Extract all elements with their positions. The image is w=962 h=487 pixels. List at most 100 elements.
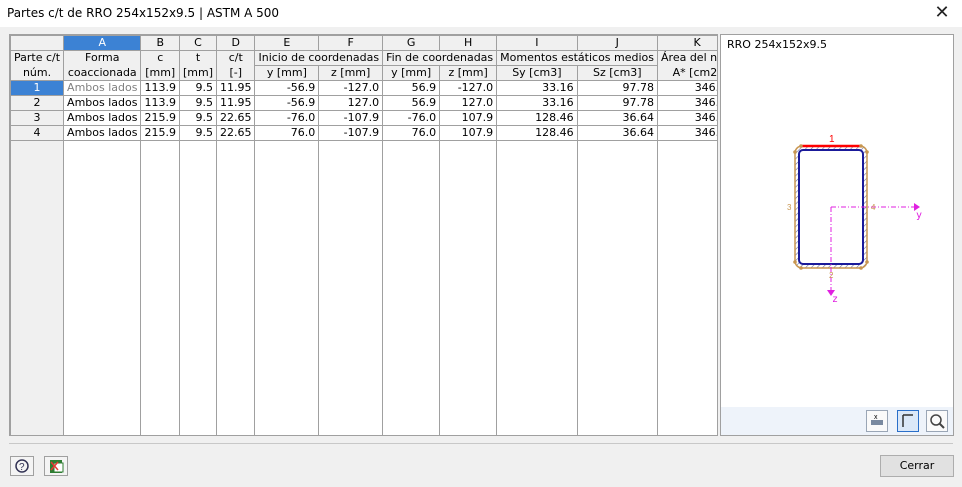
col-letter-i[interactable]: I [496, 35, 578, 51]
node-point [859, 266, 863, 270]
empty-cell [318, 140, 384, 435]
table-row[interactable]: 1 Ambos lados 113.9 9.5 11.95 -56.9 -127… [10, 80, 717, 96]
col-letter-c[interactable]: C [178, 35, 217, 51]
table-row[interactable]: 4 Ambos lados 215.9 9.5 22.65 76.0 -107.… [10, 125, 717, 141]
end-y-cell[interactable]: 56.9 [382, 95, 441, 111]
empty-cell [657, 140, 717, 435]
header-shape-2: coaccionada [63, 65, 142, 81]
area-cell[interactable]: 346.54 [657, 125, 717, 141]
export-excel-button[interactable] [44, 456, 68, 476]
col-letter-f[interactable]: F [318, 35, 384, 51]
header-core-area: Área del núcl [657, 50, 717, 66]
t-cell[interactable]: 9.5 [178, 110, 217, 126]
end-y-cell[interactable]: 56.9 [382, 80, 441, 96]
window-title: Partes c/t de RRO 254x152x9.5 | ASTM A 5… [7, 6, 280, 20]
close-icon[interactable]: ✕ [930, 2, 954, 24]
sz-cell[interactable]: 36.64 [576, 125, 659, 141]
t-cell[interactable]: 9.5 [178, 95, 217, 111]
end-y-cell[interactable]: 76.0 [382, 125, 441, 141]
close-button[interactable]: Cerrar [880, 455, 954, 477]
section-drawing: 1 2 3 4 y z [787, 134, 922, 305]
ct-cell[interactable]: 11.95 [215, 95, 256, 111]
help-icon: ? [15, 459, 29, 473]
col-letter-j[interactable]: J [576, 35, 659, 51]
empty-cell [576, 140, 659, 435]
col-letter-e[interactable]: E [254, 35, 320, 51]
row-header-filler [10, 140, 65, 435]
shape-cell[interactable]: Ambos lados [63, 95, 142, 111]
corner-cell[interactable] [10, 35, 65, 51]
ct-cell[interactable]: 22.65 [215, 125, 256, 141]
column-letter-row: A B C D E F G H I J K [10, 35, 717, 51]
col-letter-g[interactable]: G [382, 35, 441, 51]
header-part-number: Parte c/t [10, 50, 65, 66]
c-cell[interactable]: 113.9 [140, 95, 180, 111]
header-shape: Forma [63, 50, 142, 66]
table-row[interactable]: 3 Ambos lados 215.9 9.5 22.65 -76.0 -107… [10, 110, 717, 126]
sy-cell[interactable]: 33.16 [496, 95, 578, 111]
part-label-1: 1 [829, 134, 835, 145]
start-z-cell[interactable]: -107.9 [318, 110, 384, 126]
dimensions-icon[interactable]: x [866, 410, 888, 432]
node-point [865, 260, 869, 264]
start-z-cell[interactable]: 127.0 [318, 95, 384, 111]
sy-cell[interactable]: 33.16 [496, 80, 578, 96]
t-cell[interactable]: 9.5 [178, 80, 217, 96]
part-label-4: 4 [871, 203, 876, 212]
header-area: A* [cm2] [657, 65, 717, 81]
end-z-cell[interactable]: -127.0 [439, 80, 498, 96]
row-number[interactable]: 1 [10, 80, 65, 96]
sz-cell[interactable]: 36.64 [576, 110, 659, 126]
shape-cell[interactable]: Ambos lados [63, 80, 142, 96]
start-y-cell[interactable]: 76.0 [254, 125, 320, 141]
end-y-cell[interactable]: -76.0 [382, 110, 441, 126]
footer-separator [9, 443, 953, 444]
header-start-z: z [mm] [318, 65, 384, 81]
col-letter-h[interactable]: H [439, 35, 498, 51]
shape-cell[interactable]: Ambos lados [63, 110, 142, 126]
header-start-y: y [mm] [254, 65, 320, 81]
start-z-cell[interactable]: -107.9 [318, 125, 384, 141]
start-y-cell[interactable]: -56.9 [254, 80, 320, 96]
start-y-cell[interactable]: -56.9 [254, 95, 320, 111]
empty-cell [254, 140, 320, 435]
c-cell[interactable]: 215.9 [140, 125, 180, 141]
col-letter-b[interactable]: B [140, 35, 180, 51]
area-cell[interactable]: 346.54 [657, 95, 717, 111]
sy-cell[interactable]: 128.46 [496, 125, 578, 141]
area-cell[interactable]: 346.54 [657, 110, 717, 126]
header-sz: Sz [cm3] [576, 65, 659, 81]
row-number[interactable]: 2 [10, 95, 65, 111]
sy-cell[interactable]: 128.46 [496, 110, 578, 126]
y-axis-label: y [916, 210, 922, 221]
ct-cell[interactable]: 22.65 [215, 110, 256, 126]
sz-cell[interactable]: 97.78 [576, 95, 659, 111]
col-letter-k[interactable]: K [657, 35, 717, 51]
col-letter-a[interactable]: A [63, 35, 142, 51]
axes-icon[interactable] [897, 410, 919, 432]
c-cell[interactable]: 113.9 [140, 80, 180, 96]
end-z-cell[interactable]: 107.9 [439, 125, 498, 141]
row-number[interactable]: 3 [10, 110, 65, 126]
col-letter-d[interactable]: D [215, 35, 256, 51]
node-point [799, 144, 803, 148]
help-button[interactable]: ? [10, 456, 34, 476]
table-row[interactable]: 2 Ambos lados 113.9 9.5 11.95 -56.9 127.… [10, 95, 717, 111]
start-z-cell[interactable]: -127.0 [318, 80, 384, 96]
area-cell[interactable]: 346.54 [657, 80, 717, 96]
c-cell[interactable]: 215.9 [140, 110, 180, 126]
ct-cell[interactable]: 11.95 [215, 80, 256, 96]
t-cell[interactable]: 9.5 [178, 125, 217, 141]
zoom-reset-icon[interactable] [926, 410, 948, 432]
empty-cell [496, 140, 578, 435]
end-z-cell[interactable]: 107.9 [439, 110, 498, 126]
parts-table[interactable]: A B C D E F G H I J K Parte c/t Forma c … [9, 34, 718, 436]
row-number[interactable]: 4 [10, 125, 65, 141]
end-z-cell[interactable]: 127.0 [439, 95, 498, 111]
header-row-2: núm. coaccionada [mm] [mm] [-] y [mm] z … [10, 65, 717, 81]
sz-cell[interactable]: 97.78 [576, 80, 659, 96]
start-y-cell[interactable]: -76.0 [254, 110, 320, 126]
title-bar: Partes c/t de RRO 254x152x9.5 | ASTM A 5… [0, 0, 962, 27]
shape-cell[interactable]: Ambos lados [63, 125, 142, 141]
node-point [859, 144, 863, 148]
